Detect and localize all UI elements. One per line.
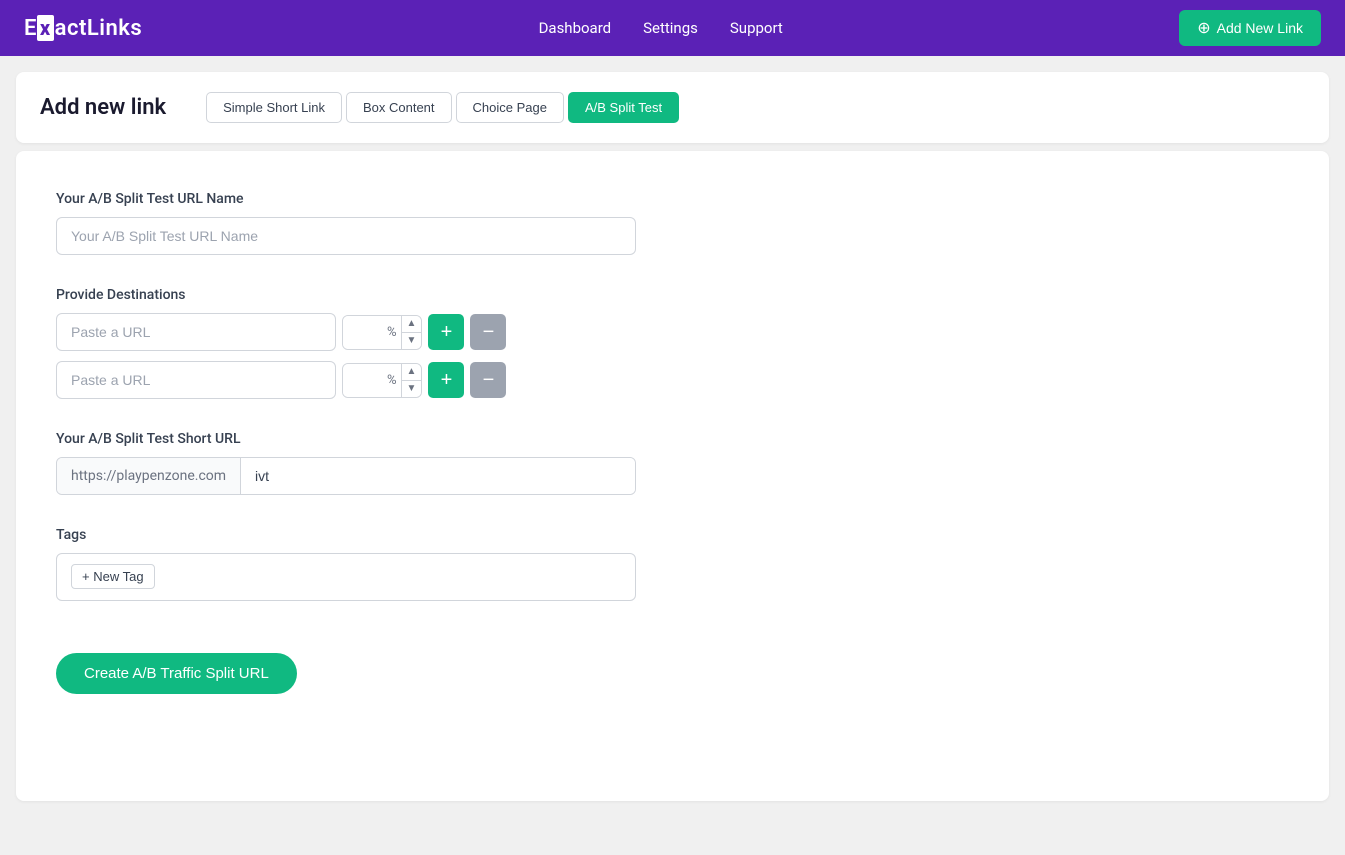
remove-destination-2-button[interactable]: − — [470, 362, 506, 398]
tab-choice-page[interactable]: Choice Page — [456, 92, 564, 123]
logo: Exact Links — [24, 15, 142, 41]
url-name-section: Your A/B Split Test URL Name — [56, 191, 1289, 255]
percent-up-2[interactable]: ▲ — [402, 364, 422, 381]
url-name-input[interactable] — [56, 217, 636, 255]
destination-row-1: % ▲ ▼ + − — [56, 313, 1289, 351]
tab-simple-short-link[interactable]: Simple Short Link — [206, 92, 342, 123]
percent-symbol-2: % — [387, 364, 401, 397]
top-card: Add new link Simple Short Link Box Conte… — [16, 72, 1329, 143]
percent-input-1[interactable] — [343, 316, 387, 349]
percent-down-1[interactable]: ▼ — [402, 333, 422, 349]
page-title: Add new link — [40, 95, 166, 120]
logo-links: Links — [87, 16, 142, 41]
percent-symbol-1: % — [387, 316, 401, 349]
main-wrapper: Add new link Simple Short Link Box Conte… — [0, 56, 1345, 817]
short-url-label: Your A/B Split Test Short URL — [56, 431, 1289, 447]
tags-section: Tags + New Tag — [56, 527, 1289, 601]
logo-text: Exact — [24, 15, 87, 41]
percent-input-2[interactable] — [343, 364, 387, 397]
percent-wrapper-1: % ▲ ▼ — [342, 315, 422, 350]
destinations-label: Provide Destinations — [56, 287, 1289, 303]
short-url-input[interactable] — [241, 458, 635, 494]
percent-wrapper-2: % ▲ ▼ — [342, 363, 422, 398]
destinations-section: Provide Destinations % ▲ ▼ + − — [56, 287, 1289, 399]
url-name-label: Your A/B Split Test URL Name — [56, 191, 1289, 207]
add-destination-1-button[interactable]: + — [428, 314, 464, 350]
destination-url-input-1[interactable] — [56, 313, 336, 351]
percent-down-2[interactable]: ▼ — [402, 381, 422, 397]
short-url-prefix: https://playpenzone.com — [57, 458, 241, 494]
destination-url-input-2[interactable] — [56, 361, 336, 399]
add-destination-2-button[interactable]: + — [428, 362, 464, 398]
destination-row-2: % ▲ ▼ + − — [56, 361, 1289, 399]
header: Exact Links Dashboard Settings Support ⊕… — [0, 0, 1345, 56]
nav-dashboard[interactable]: Dashboard — [539, 19, 612, 37]
tags-label: Tags — [56, 527, 1289, 543]
tab-ab-split-test[interactable]: A/B Split Test — [568, 92, 679, 123]
nav-support[interactable]: Support — [730, 19, 783, 37]
stepper-1: ▲ ▼ — [401, 316, 422, 349]
short-url-section: Your A/B Split Test Short URL https://pl… — [56, 431, 1289, 495]
remove-destination-1-button[interactable]: − — [470, 314, 506, 350]
stepper-2: ▲ ▼ — [401, 364, 422, 397]
main-nav: Dashboard Settings Support — [539, 19, 783, 37]
new-tag-button[interactable]: + New Tag — [71, 564, 155, 589]
percent-up-1[interactable]: ▲ — [402, 316, 422, 333]
form-card: Your A/B Split Test URL Name Provide Des… — [16, 151, 1329, 801]
tab-box-content[interactable]: Box Content — [346, 92, 452, 123]
tabs: Simple Short Link Box Content Choice Pag… — [206, 92, 679, 123]
short-url-row: https://playpenzone.com — [56, 457, 636, 495]
add-new-label: Add New Link — [1217, 20, 1303, 36]
submit-button[interactable]: Create A/B Traffic Split URL — [56, 653, 297, 694]
tags-box: + New Tag — [56, 553, 636, 601]
add-new-link-button[interactable]: ⊕ Add New Link — [1179, 10, 1321, 46]
nav-settings[interactable]: Settings — [643, 19, 698, 37]
add-circle-icon: ⊕ — [1197, 18, 1210, 38]
